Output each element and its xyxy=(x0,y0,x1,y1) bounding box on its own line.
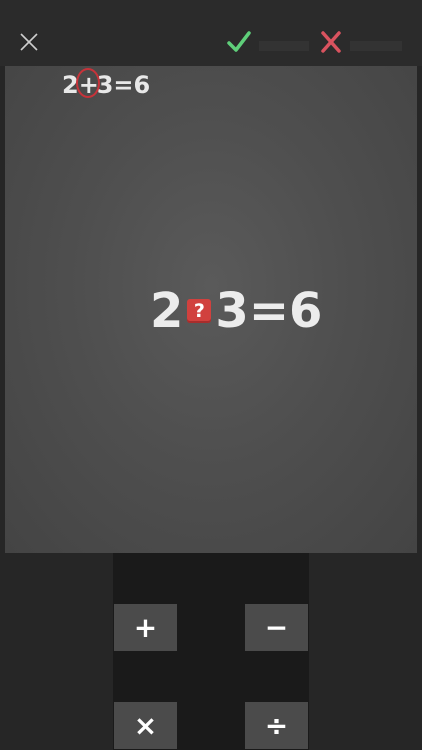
plus-button[interactable]: + xyxy=(114,604,177,651)
current-right-number: 3 xyxy=(215,283,249,339)
check-icon xyxy=(227,31,251,52)
current-equation: 2 ? 3 = 6 xyxy=(150,283,323,339)
previous-equation: 2 + 3 = 6 xyxy=(62,68,151,100)
previous-result: 6 xyxy=(133,71,151,99)
wrong-count-box xyxy=(350,41,402,51)
unknown-operator-box: ? xyxy=(187,299,212,323)
current-equals: = xyxy=(248,283,290,339)
divide-button[interactable]: ÷ xyxy=(245,702,308,749)
answer-circle-mark xyxy=(75,68,100,98)
previous-operator: + xyxy=(75,68,100,99)
times-button[interactable]: × xyxy=(114,702,177,749)
top-bar xyxy=(0,0,422,66)
correct-count-box xyxy=(259,41,309,51)
close-icon[interactable] xyxy=(16,29,42,55)
minus-button[interactable]: − xyxy=(245,604,308,651)
current-left-number: 2 xyxy=(150,283,184,339)
previous-equals: = xyxy=(113,71,134,99)
cross-icon xyxy=(321,31,341,53)
current-result: 6 xyxy=(289,283,323,339)
